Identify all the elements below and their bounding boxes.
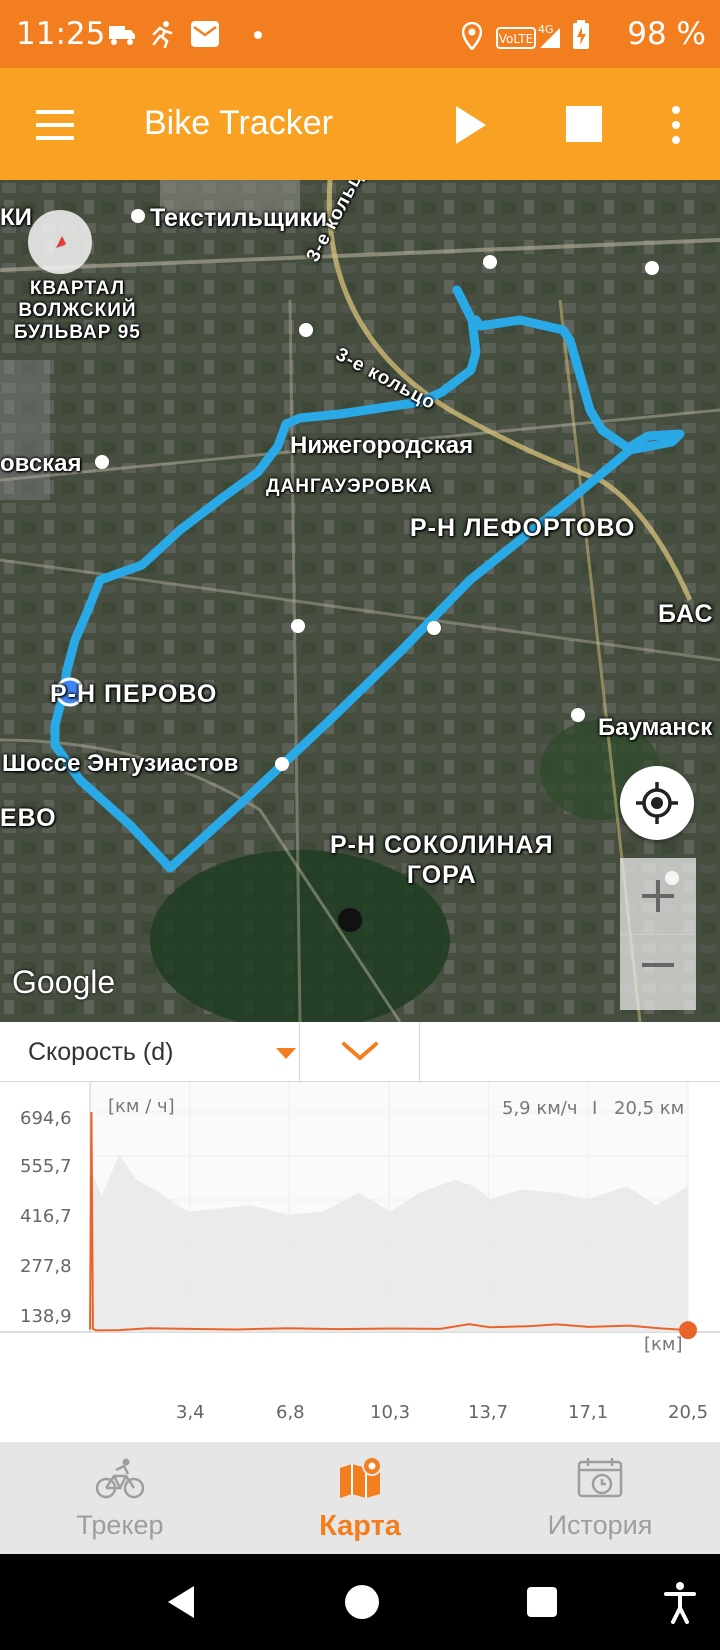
map-label-perovo: Р-Н ПЕРОВО bbox=[50, 680, 218, 708]
google-attribution: Google bbox=[12, 964, 116, 1000]
map-label-baumanskaya: Бауманск bbox=[598, 714, 713, 741]
system-navigation-bar bbox=[0, 1554, 720, 1650]
map-view[interactable]: Текстильщики КИ КВАРТАЛ ВОЛЖСКИЙ БУЛЬВАР… bbox=[0, 180, 720, 1022]
battery-charging-icon bbox=[573, 20, 589, 49]
calendar-clock-icon bbox=[577, 1458, 623, 1498]
svg-text:VoLTE: VoLTE bbox=[499, 32, 534, 46]
nav-map-label: Карта bbox=[319, 1510, 401, 1542]
bicycle-icon bbox=[96, 1458, 144, 1499]
svg-text:4G: 4G bbox=[538, 23, 554, 36]
home-icon[interactable] bbox=[340, 1580, 384, 1624]
compass-icon bbox=[56, 236, 66, 248]
y-tick-label: 555,7 bbox=[20, 1156, 72, 1177]
minus-icon bbox=[642, 963, 674, 967]
map-label-bas: БАС bbox=[658, 600, 714, 628]
x-tick-label: 20,5 bbox=[668, 1402, 709, 1423]
my-location-button[interactable] bbox=[620, 766, 694, 840]
accessibility-icon[interactable] bbox=[660, 1580, 700, 1624]
map-label-kvartal: КВАРТАЛ ВОЛЖСКИЙ БУЛЬВАР 95 bbox=[14, 278, 141, 343]
x-tick-label: 10,3 bbox=[370, 1402, 411, 1423]
menu-button[interactable] bbox=[28, 104, 84, 148]
chart-readout-speed: 5,9 км/ч bbox=[502, 1098, 578, 1119]
dropdown-arrow-icon bbox=[276, 1048, 296, 1059]
chart-y-unit: [км / ч] bbox=[108, 1096, 175, 1117]
nav-tracker-label: Трекер bbox=[76, 1510, 164, 1540]
volte-icon: VoLTE 4G bbox=[496, 23, 560, 49]
stop-button[interactable] bbox=[566, 106, 602, 142]
chart-readout-distance: 20,5 км bbox=[614, 1098, 685, 1119]
status-bar: 11:25 VoLTE 4G 98 % bbox=[0, 0, 720, 68]
y-tick-label: 416,7 bbox=[20, 1206, 72, 1227]
play-button[interactable] bbox=[446, 100, 494, 150]
zoom-controls bbox=[620, 858, 696, 1010]
compass-button[interactable] bbox=[28, 210, 92, 274]
nav-history-label: История bbox=[547, 1510, 653, 1540]
dot-icon bbox=[254, 31, 262, 39]
y-tick-label: 694,6 bbox=[20, 1108, 72, 1129]
expand-chart-button[interactable] bbox=[300, 1022, 420, 1082]
x-tick-label: 13,7 bbox=[468, 1402, 509, 1423]
y-tick-label: 277,8 bbox=[20, 1256, 72, 1277]
chart-selector-row: Скорость (d) bbox=[0, 1022, 720, 1082]
nav-map[interactable]: Карта bbox=[240, 1442, 480, 1554]
bottom-navigation: Трекер Карта История bbox=[0, 1442, 720, 1554]
crosshair-icon bbox=[636, 782, 678, 824]
map-label-ki: КИ bbox=[0, 204, 32, 231]
plus-icon bbox=[642, 880, 674, 912]
metric-dropdown[interactable]: Скорость (d) bbox=[0, 1022, 300, 1082]
metric-dropdown-label: Скорость (d) bbox=[28, 1038, 174, 1066]
nav-tracker[interactable]: Трекер bbox=[0, 1442, 240, 1554]
truck-icon bbox=[109, 26, 135, 45]
chart-panel: Скорость (d) [км / ч] 5,9 км/ч I 20,5 км… bbox=[0, 1022, 720, 1442]
map-label-sokolinaya: Р-Н СОКОЛИНАЯ ГОРА bbox=[330, 831, 554, 889]
map-label-evo: ЕВО bbox=[0, 804, 57, 832]
back-icon[interactable] bbox=[160, 1580, 204, 1624]
app-bar: Bike Tracker bbox=[0, 68, 720, 180]
nav-history[interactable]: История bbox=[480, 1442, 720, 1554]
status-time: 11:25 bbox=[16, 16, 106, 52]
y-tick-label: 138,9 bbox=[20, 1306, 72, 1327]
chart-x-unit: [км] bbox=[644, 1334, 683, 1355]
map-label-lefortovo: Р-Н ЛЕФОРТОВО bbox=[410, 514, 636, 542]
app-title: Bike Tracker bbox=[144, 104, 333, 142]
map-label-shosse: Шоссе Энтузиастов bbox=[2, 750, 239, 777]
map-label-nizhegorodskaya: Нижегородская bbox=[290, 432, 474, 459]
speed-chart[interactable]: [км / ч] 5,9 км/ч I 20,5 км [км] 694,6 5… bbox=[0, 1082, 720, 1442]
map-label-ovskaya: овская bbox=[0, 450, 82, 477]
chart-canvas bbox=[0, 1082, 720, 1340]
location-icon bbox=[462, 22, 482, 50]
recents-icon[interactable] bbox=[520, 1580, 564, 1624]
x-tick-label: 3,4 bbox=[176, 1402, 205, 1423]
chart-readout-separator: I bbox=[592, 1098, 598, 1119]
map-label-dangauerovka: ДАНГАУЭРОВКА bbox=[266, 476, 433, 497]
more-options-button[interactable] bbox=[662, 100, 690, 150]
chevron-down-icon bbox=[342, 1042, 378, 1061]
zoom-out-button[interactable] bbox=[620, 934, 696, 1010]
map-pin-icon bbox=[340, 1456, 382, 1498]
x-tick-label: 6,8 bbox=[276, 1402, 305, 1423]
map-label-tekstilshchiki: Текстильщики bbox=[150, 204, 328, 232]
x-tick-label: 17,1 bbox=[568, 1402, 609, 1423]
mail-icon bbox=[191, 21, 219, 47]
runner-icon bbox=[152, 21, 173, 48]
zoom-in-button[interactable] bbox=[620, 858, 696, 934]
battery-percent: 98 % bbox=[627, 16, 706, 52]
